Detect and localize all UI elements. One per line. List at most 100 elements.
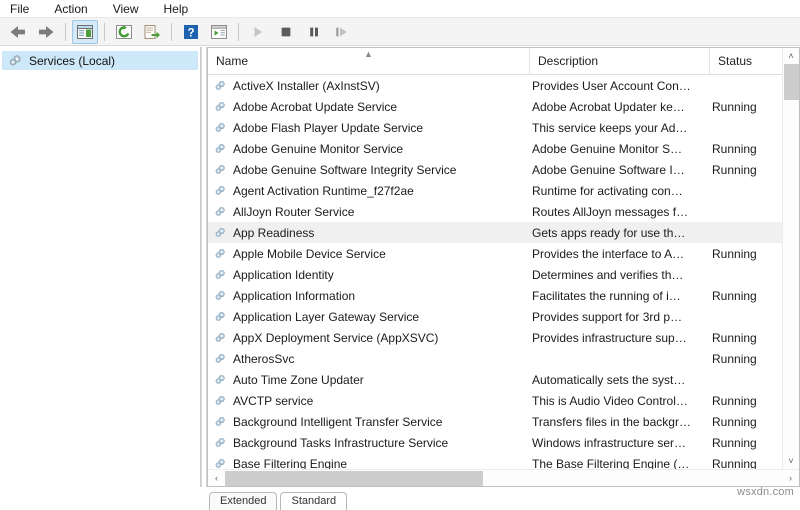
restart-service-icon [329,20,355,44]
properties-icon[interactable] [206,20,232,44]
service-name-label: AVCTP service [233,394,313,408]
services-list-pane: Name ▲ Description Status Activ [207,47,800,487]
vertical-scrollbar[interactable]: ˄ ˅ [782,48,799,469]
table-row[interactable]: Application Layer Gateway ServiceProvide… [208,306,782,327]
menu-bar: File Action View Help [0,0,800,18]
table-row[interactable]: Application IdentityDetermines and verif… [208,264,782,285]
service-name-label: ActiveX Installer (AxInstSV) [233,79,380,93]
console-tree-pane: Services (Local) [0,47,201,487]
toolbar-separator-3 [171,23,172,41]
horizontal-scroll-track[interactable] [225,470,782,487]
horizontal-scroll-thumb[interactable] [225,471,483,486]
service-description-cell: Runtime for activating con… [530,184,710,198]
service-description-cell: Adobe Genuine Monitor S… [530,142,710,156]
service-name-label: Base Filtering Engine [233,457,347,470]
service-status-cell: Running [710,289,782,303]
service-name-cell: Adobe Genuine Monitor Service [208,142,530,156]
scroll-right-arrow-icon[interactable]: › [782,470,799,487]
service-gear-icon [214,142,227,155]
table-row[interactable]: Adobe Genuine Software Integrity Service… [208,159,782,180]
menu-action[interactable]: Action [52,0,98,18]
table-row[interactable]: Adobe Genuine Monitor ServiceAdobe Genui… [208,138,782,159]
service-name-cell: Adobe Genuine Software Integrity Service [208,163,530,177]
service-gear-icon [214,415,227,428]
column-header-description-label: Description [538,54,598,68]
help-icon[interactable]: ? [178,20,204,44]
service-name-label: Auto Time Zone Updater [233,373,364,387]
menu-view[interactable]: View [111,0,150,18]
svg-text:?: ? [187,27,194,39]
service-status-cell: Running [710,331,782,345]
service-gear-icon [214,457,227,469]
service-name-label: Application Layer Gateway Service [233,310,419,324]
table-row[interactable]: AllJoyn Router ServiceRoutes AllJoyn mes… [208,201,782,222]
service-name-cell: Base Filtering Engine [208,457,530,470]
table-row[interactable]: Background Intelligent Transfer ServiceT… [208,411,782,432]
vertical-scroll-track[interactable] [783,64,800,453]
scroll-down-arrow-icon[interactable]: ˅ [783,453,800,469]
table-row[interactable]: App ReadinessGets apps ready for use th… [208,222,782,243]
table-row[interactable]: Application InformationFacilitates the r… [208,285,782,306]
service-description-cell: This service keeps your Ad… [530,121,710,135]
service-name-cell: Adobe Flash Player Update Service [208,121,530,135]
refresh-icon[interactable] [111,20,137,44]
service-name-label: Adobe Genuine Software Integrity Service [233,163,456,177]
forward-arrow-icon[interactable] [33,20,59,44]
table-row[interactable]: Adobe Flash Player Update ServiceThis se… [208,117,782,138]
column-header-name[interactable]: Name ▲ [208,48,530,74]
table-row[interactable]: Background Tasks Infrastructure ServiceW… [208,432,782,453]
scroll-up-arrow-icon[interactable]: ˄ [783,48,800,64]
start-service-icon [245,20,271,44]
table-row[interactable]: AtherosSvcRunning [208,348,782,369]
service-name-cell: Application Layer Gateway Service [208,310,530,324]
service-status-cell: Running [710,436,782,450]
service-description-cell: Automatically sets the syst… [530,373,710,387]
scroll-left-arrow-icon[interactable]: ‹ [208,470,225,487]
service-description-cell: Gets apps ready for use th… [530,226,710,240]
service-description-cell: Routes AllJoyn messages f… [530,205,710,219]
export-list-icon[interactable] [139,20,165,44]
service-gear-icon [214,121,227,134]
show-hide-tree-icon[interactable] [72,20,98,44]
stop-service-icon [273,20,299,44]
table-row[interactable]: AppX Deployment Service (AppXSVC)Provide… [208,327,782,348]
back-arrow-icon[interactable] [5,20,31,44]
service-name-label: AppX Deployment Service (AppXSVC) [233,331,438,345]
service-name-cell: Background Tasks Infrastructure Service [208,436,530,450]
table-row[interactable]: Adobe Acrobat Update ServiceAdobe Acroba… [208,96,782,117]
service-name-cell: AllJoyn Router Service [208,205,530,219]
service-name-cell: Agent Activation Runtime_f27f2ae [208,184,530,198]
table-row[interactable]: Auto Time Zone Updater Automatically sets… [208,369,782,390]
horizontal-scrollbar[interactable]: ‹ › [208,469,799,486]
menu-help[interactable]: Help [162,0,200,18]
service-gear-icon [214,310,227,323]
service-status-cell: Running [710,163,782,177]
service-name-cell: Adobe Acrobat Update Service [208,100,530,114]
toolbar-separator-1 [65,23,66,41]
service-name-cell: Apple Mobile Device Service [208,247,530,261]
service-status-cell: Running [710,247,782,261]
service-name-cell: Auto Time Zone Updater [208,373,530,387]
table-row[interactable]: Agent Activation Runtime_f27f2ae Runtime … [208,180,782,201]
column-header-status[interactable]: Status [710,48,782,74]
tab-extended[interactable]: Extended [209,492,277,510]
table-row[interactable]: Apple Mobile Device ServiceProvides the … [208,243,782,264]
service-gear-icon [214,373,227,386]
service-description-cell: This is Audio Video Control… [530,394,710,408]
service-status-cell: Running [710,415,782,429]
toolbar-separator-4 [238,23,239,41]
menu-file[interactable]: File [8,0,40,18]
tab-standard[interactable]: Standard [280,492,347,510]
service-gear-icon [214,226,227,239]
service-name-label: Adobe Acrobat Update Service [233,100,397,114]
service-status-cell: Running [710,100,782,114]
column-header-description[interactable]: Description [530,48,710,74]
table-row[interactable]: Base Filtering EngineThe Base Filtering … [208,453,782,469]
service-name-label: Agent Activation Runtime_f27f2ae [233,184,414,198]
table-row[interactable]: AVCTP service This is Audio Video Control… [208,390,782,411]
vertical-scroll-thumb[interactable] [784,64,799,100]
service-name-label: Application Identity [233,268,334,282]
service-description-cell: Adobe Genuine Software I… [530,163,710,177]
sidebar-item-services-local[interactable]: Services (Local) [2,51,198,70]
table-row[interactable]: ActiveX Installer (AxInstSV)Provides Use… [208,75,782,96]
